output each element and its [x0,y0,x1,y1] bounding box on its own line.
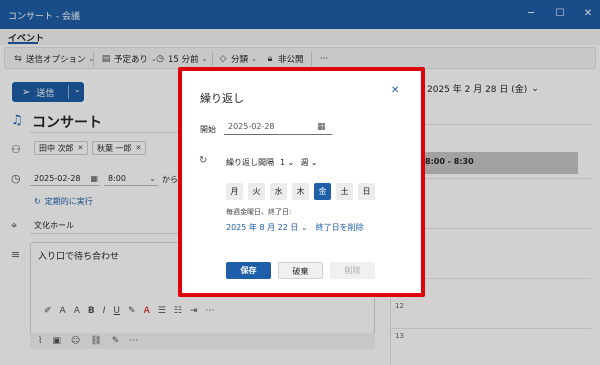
end-date-dropdown[interactable]: 2025 年 8 月 22 日 ⌄ [226,222,308,233]
calendar-icon[interactable]: ▦ [317,122,326,132]
chevron-down-icon: ⌄ [287,158,295,167]
save-button[interactable]: 保存 [226,262,271,279]
discard-button[interactable]: 破棄 [278,262,323,279]
end-date-value: 2025 年 8 月 22 日 [226,223,299,232]
interval-value: 1 [280,158,286,167]
day-button-fri[interactable]: 金 [314,183,331,200]
day-button-sun[interactable]: 日 [358,183,375,200]
interval-unit-dropdown[interactable]: 週 ⌄ [300,157,317,168]
day-button-tue[interactable]: 火 [248,183,265,200]
end-date-row: 2025 年 8 月 22 日 ⌄ 終了日を削除 [226,222,364,233]
chevron-down-icon: ⌄ [300,223,308,232]
start-date-input[interactable]: 2025-02-28 [224,120,332,135]
day-button-mon[interactable]: 月 [226,183,243,200]
dialog-title: 繰り返し [200,92,244,105]
interval-unit: 週 [300,158,309,167]
dialog-close-icon[interactable]: ✕ [391,85,399,96]
day-button-thu[interactable]: 木 [292,183,309,200]
recurrence-summary: 毎週金曜日、終了日: [226,208,292,216]
chevron-down-icon: ⌄ [310,158,318,167]
delete-button[interactable]: 削除 [330,262,375,279]
interval-row: 繰り返し間隔 1 ⌄ 週 ⌄ [226,157,318,168]
recurrence-icon: ↻ [199,155,208,166]
interval-label: 繰り返し間隔 [226,158,274,167]
day-button-wed[interactable]: 水 [270,183,287,200]
start-label: 開始 [200,125,216,134]
day-button-sat[interactable]: 土 [336,183,353,200]
remove-end-date-link[interactable]: 終了日を削除 [316,222,364,233]
interval-value-dropdown[interactable]: 1 ⌄ [280,158,294,167]
weekday-picker: 月 火 水 木 金 土 日 [226,183,375,200]
